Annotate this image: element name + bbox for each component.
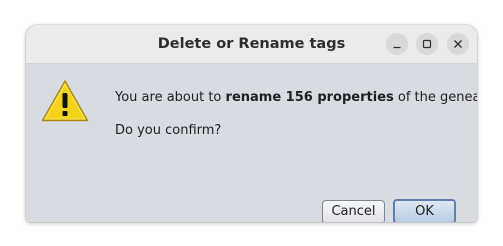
dialog-content: You are about to rename 156 properties o… xyxy=(26,64,477,222)
maximize-icon xyxy=(422,39,432,49)
title-bar[interactable]: Delete or Rename tags xyxy=(26,25,477,64)
minimize-icon xyxy=(393,46,401,49)
dialog-title: Delete or Rename tags xyxy=(157,36,346,52)
ok-button[interactable]: OK xyxy=(393,199,456,222)
dialog-window: Delete or Rename tags You are about to r… xyxy=(26,25,477,222)
close-button[interactable] xyxy=(447,33,469,55)
confirmation-message: You are about to rename 156 properties o… xyxy=(115,90,477,105)
cancel-button[interactable]: Cancel xyxy=(322,200,385,222)
close-icon xyxy=(454,40,462,48)
message-prefix: You are about to xyxy=(115,90,226,105)
confirmation-question: Do you confirm? xyxy=(115,123,222,138)
message-highlight: rename 156 properties xyxy=(225,90,394,105)
message-suffix: of the genealogy. xyxy=(397,90,477,105)
minimize-button[interactable] xyxy=(386,33,408,55)
warning-icon xyxy=(41,80,89,122)
maximize-button[interactable] xyxy=(416,33,438,55)
